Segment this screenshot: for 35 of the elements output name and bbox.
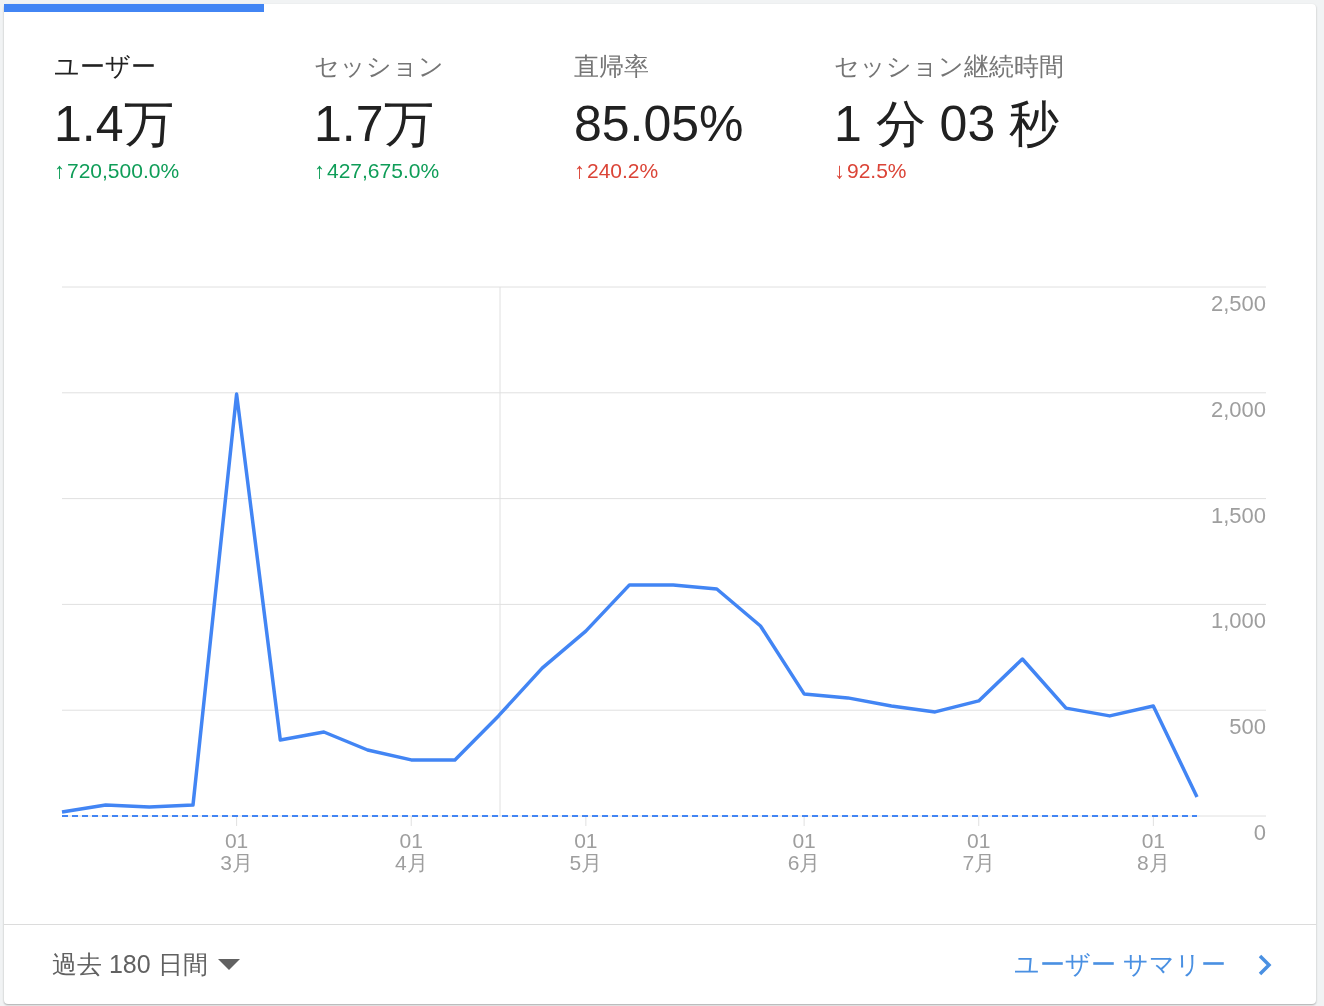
x-axis-label: 01 7月 — [962, 829, 996, 874]
x-axis-label: 01 4月 — [394, 829, 428, 874]
date-range-dropdown[interactable]: 過去 180 日間 — [52, 945, 240, 984]
x-axis-label: 01 8月 — [1137, 829, 1170, 874]
y-axis-label: 2,000 — [1210, 396, 1266, 422]
x-axis-label: 01 6月 — [787, 829, 821, 874]
change-percent: 240.2% — [587, 158, 659, 184]
trend-arrow: ↑ — [54, 158, 65, 184]
metric-label: セッション — [314, 51, 445, 82]
caret-icon — [217, 958, 240, 971]
y-axis-label: 500 — [1229, 714, 1266, 740]
trend-arrow: ↑ — [574, 158, 585, 184]
y-axis-label: 2,500 — [1210, 291, 1266, 316]
metric-tab[interactable]: セッション 1.7万 ↑427,675.0% — [264, 4, 524, 250]
x-axis-label: 01 5月 — [569, 829, 603, 874]
metric-tab[interactable]: 直帰率 85.05% ↑240.2% — [524, 4, 784, 250]
metric-value: 1.4万 — [54, 95, 175, 154]
metric-label: ユーザー — [54, 51, 157, 82]
change-percent: 427,675.0% — [327, 158, 440, 184]
metric-value: 85.05% — [574, 95, 745, 154]
trend-arrow: ↓ — [834, 158, 845, 184]
metric-tab[interactable]: ユーザー 1.4万 ↑720,500.0% — [4, 4, 264, 250]
metric-tab[interactable]: セッション継続時間 1 分 03 秒 ↓92.5% — [784, 4, 1124, 250]
y-axis-label: 1,500 — [1210, 502, 1266, 528]
x-axis-label: 01 3月 — [220, 829, 253, 874]
metric-value: 1 分 03 秒 — [834, 95, 1061, 154]
metric-label: 直帰率 — [574, 51, 650, 82]
metric-label: セッション継続時間 — [834, 51, 1065, 82]
trend-arrow: ↑ — [314, 158, 325, 184]
chevron-right-icon — [1258, 953, 1272, 976]
metric-value: 1.7万 — [314, 95, 435, 154]
y-axis-label: 0 — [1253, 820, 1266, 845]
y-axis-label: 1,000 — [1210, 608, 1266, 634]
change-percent: 92.5% — [847, 158, 907, 184]
change-percent: 720,500.0% — [67, 158, 180, 184]
